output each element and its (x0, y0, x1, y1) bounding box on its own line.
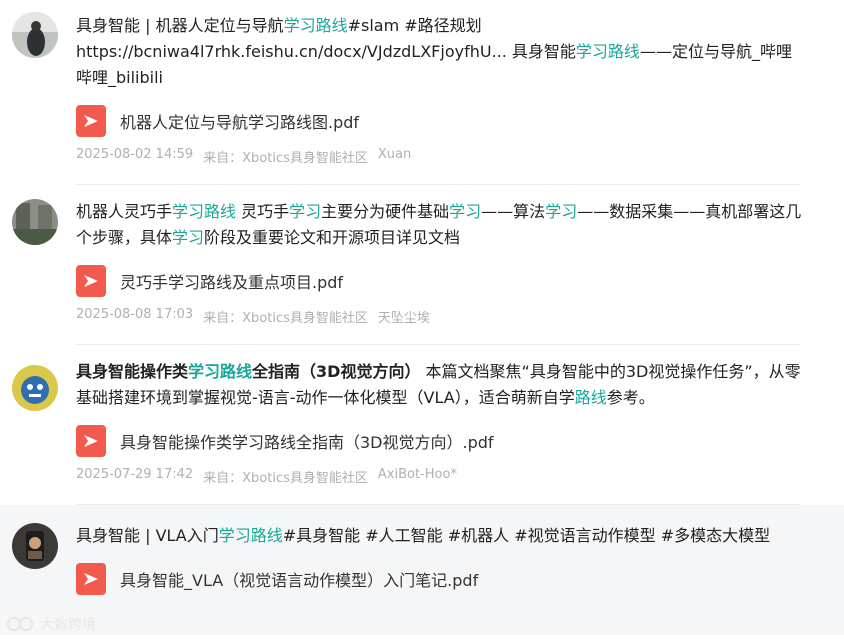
post-text[interactable]: 机器人灵巧手学习路线 灵巧手学习主要分为硬件基础学习——算法学习——数据采集——… (76, 199, 804, 251)
pdf-icon (76, 265, 106, 297)
keyword-highlight: 学习 (449, 202, 482, 221)
text-segment: 阶段及重要论文和开源项目详见文档 (204, 228, 461, 247)
timestamp: 2025-07-29 17:42 (76, 467, 194, 482)
source-label[interactable]: 来自：Xbotics具身智能社区 (203, 467, 368, 486)
keyword-highlight: 学习 (172, 228, 205, 247)
text-segment: 主要分为硬件基础 (321, 202, 450, 221)
source-label[interactable]: 来自：Xbotics具身智能社区 (203, 307, 368, 326)
file-name[interactable]: 机器人定位与导航学习路线图.pdf (120, 109, 359, 133)
text-segment: 灵巧手 (236, 202, 290, 221)
timestamp: 2025-08-08 17:03 (76, 307, 194, 322)
post-meta: 2025-08-08 17:03 来自：Xbotics具身智能社区 天坠尘埃 (76, 307, 804, 326)
text-segment: 具身智能 | VLA入门 (76, 526, 219, 545)
file-name[interactable]: 灵巧手学习路线及重点项目.pdf (120, 269, 343, 293)
watermark: 大数跨境 (6, 614, 96, 634)
pdf-icon (76, 105, 106, 137)
keyword-highlight: 学习路线 (172, 202, 237, 221)
keyword-highlight: 学习 (545, 202, 578, 221)
post-title: 具身智能操作类 (76, 362, 189, 381)
keyword-highlight: 学习 (289, 202, 322, 221)
timestamp: 2025-08-02 14:59 (76, 147, 194, 162)
avatar[interactable] (12, 365, 58, 411)
hashtags: #slam #路径规划 (347, 16, 482, 35)
author-name[interactable]: AxiBot-Hoo* (378, 467, 457, 486)
author-name[interactable]: 天坠尘埃 (378, 307, 430, 326)
file-name[interactable]: 具身智能_VLA（视觉语言动作模型）入门笔记.pdf (120, 567, 478, 591)
source-label[interactable]: 来自：Xbotics具身智能社区 (203, 147, 368, 166)
pdf-icon (76, 563, 106, 595)
watermark-text: 大数跨境 (40, 617, 96, 633)
post-text[interactable]: 具身智能操作类学习路线全指南（3D视觉方向） 本篇文档聚焦“具身智能中的3D视觉… (76, 359, 804, 411)
keyword-highlight: 学习路线 (283, 16, 348, 35)
post-meta: 2025-08-02 14:59 来自：Xbotics具身智能社区 Xuan (76, 147, 804, 166)
keyword-highlight: 路线 (574, 388, 607, 407)
post-item[interactable]: 机器人灵巧手学习路线 灵巧手学习主要分为硬件基础学习——算法学习——数据采集——… (0, 185, 844, 344)
text-segment: ——算法 (481, 202, 546, 221)
post-item[interactable]: 具身智能 | 机器人定位与导航学习路线#slam #路径规划 https://bc… (0, 0, 844, 184)
attachment[interactable]: 机器人定位与导航学习路线图.pdf (76, 105, 804, 137)
post-item[interactable]: 具身智能操作类学习路线全指南（3D视觉方向） 本篇文档聚焦“具身智能中的3D视觉… (0, 345, 844, 504)
avatar[interactable] (12, 12, 58, 58)
attachment[interactable]: 灵巧手学习路线及重点项目.pdf (76, 265, 804, 297)
text-segment: 机器人灵巧手 (76, 202, 173, 221)
post-text[interactable]: 具身智能 | 机器人定位与导航学习路线#slam #路径规划 https://bc… (76, 13, 804, 91)
pdf-icon (76, 425, 106, 457)
avatar[interactable] (12, 199, 58, 245)
watermark-logo-icon (7, 617, 33, 631)
keyword-highlight: 学习路线 (188, 362, 253, 381)
attachment[interactable]: 具身智能_VLA（视觉语言动作模型）入门笔记.pdf (76, 563, 804, 595)
text-segment: 具身智能 | 机器人定位与导航 (76, 16, 284, 35)
keyword-highlight: 学习路线 (575, 42, 640, 61)
post-meta: 2025-07-29 17:42 来自：Xbotics具身智能社区 AxiBot… (76, 467, 804, 486)
post-item[interactable]: 具身智能 | VLA入门学习路线#具身智能 #人工智能 #机器人 #视觉语言动作… (0, 505, 844, 635)
attachment[interactable]: 具身智能操作类学习路线全指南（3D视觉方向）.pdf (76, 425, 804, 457)
hashtags: #具身智能 #人工智能 #机器人 #视觉语言动作模型 #多模态大模型 (282, 526, 771, 545)
author-name[interactable]: Xuan (378, 147, 411, 166)
post-feed: 具身智能 | 机器人定位与导航学习路线#slam #路径规划 https://bc… (0, 0, 844, 635)
post-title: 全指南（3D视觉方向） (252, 362, 421, 381)
avatar[interactable] (12, 523, 58, 569)
keyword-highlight: 学习路线 (218, 526, 283, 545)
post-text[interactable]: 具身智能 | VLA入门学习路线#具身智能 #人工智能 #机器人 #视觉语言动作… (76, 523, 804, 549)
link-text: https://bcniwa4l7rhk.feishu.cn/docx/VJdz… (76, 42, 576, 61)
text-segment: 参考。 (606, 388, 655, 407)
file-name[interactable]: 具身智能操作类学习路线全指南（3D视觉方向）.pdf (120, 429, 494, 453)
